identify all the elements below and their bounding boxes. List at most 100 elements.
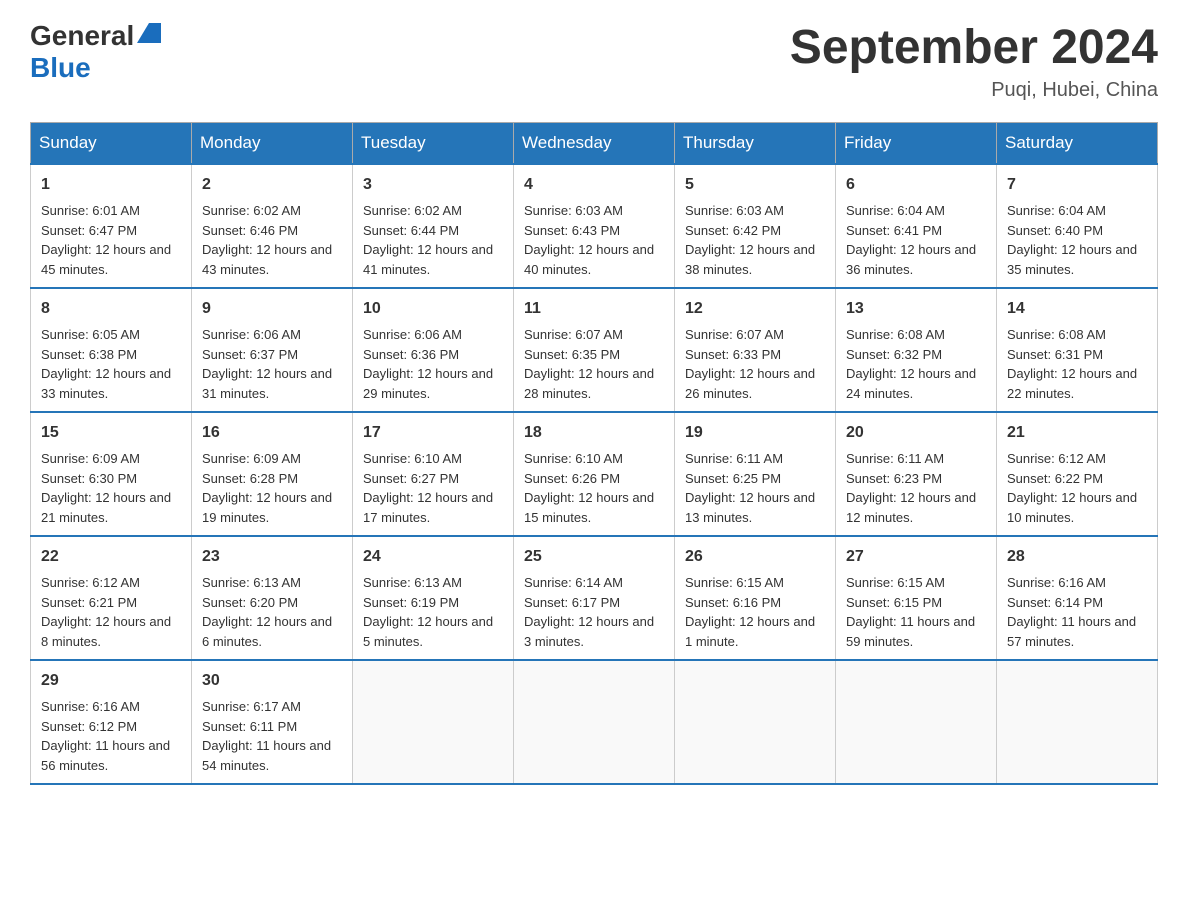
daylight-text: Daylight: 12 hours and 5 minutes. <box>363 614 493 649</box>
page-header: General Blue September 2024 Puqi, Hubei,… <box>30 20 1158 102</box>
day-number: 8 <box>41 297 181 321</box>
day-number: 26 <box>685 545 825 569</box>
sunrise-text: Sunrise: 6:06 AM <box>363 327 462 342</box>
sunrise-text: Sunrise: 6:08 AM <box>846 327 945 342</box>
calendar-day-cell: 25Sunrise: 6:14 AMSunset: 6:17 PMDayligh… <box>514 536 675 660</box>
day-number: 28 <box>1007 545 1147 569</box>
sunset-text: Sunset: 6:46 PM <box>202 223 298 238</box>
sunrise-text: Sunrise: 6:02 AM <box>202 203 301 218</box>
sunset-text: Sunset: 6:30 PM <box>41 471 137 486</box>
sunset-text: Sunset: 6:42 PM <box>685 223 781 238</box>
day-number: 2 <box>202 173 342 197</box>
sunset-text: Sunset: 6:37 PM <box>202 347 298 362</box>
calendar-day-cell: 29Sunrise: 6:16 AMSunset: 6:12 PMDayligh… <box>31 660 192 784</box>
sunrise-text: Sunrise: 6:08 AM <box>1007 327 1106 342</box>
sunrise-text: Sunrise: 6:02 AM <box>363 203 462 218</box>
day-number: 10 <box>363 297 503 321</box>
calendar-day-cell: 8Sunrise: 6:05 AMSunset: 6:38 PMDaylight… <box>31 288 192 412</box>
calendar-weekday-monday: Monday <box>192 123 353 165</box>
day-number: 12 <box>685 297 825 321</box>
day-number: 15 <box>41 421 181 445</box>
logo: General Blue <box>30 20 161 84</box>
calendar-week-row: 29Sunrise: 6:16 AMSunset: 6:12 PMDayligh… <box>31 660 1158 784</box>
sunrise-text: Sunrise: 6:03 AM <box>685 203 784 218</box>
calendar-week-row: 15 Sunrise: 6:09 AM Sunset: 6:30 PM Dayligh… <box>31 412 1158 536</box>
logo-triangle-icon <box>137 23 161 43</box>
sunrise-text: Sunrise: 6:06 AM <box>202 327 301 342</box>
sunset-text: Sunset: 6:43 PM <box>524 223 620 238</box>
title-section: September 2024 Puqi, Hubei, China <box>790 20 1158 102</box>
sunrise-text: Sunrise: 6:15 AM <box>685 575 784 590</box>
daylight-text: Daylight: 12 hours and 19 minutes. <box>202 490 332 525</box>
calendar-day-cell: 2 Sunrise: 6:02 AM Sunset: 6:46 PM Daylight… <box>192 164 353 288</box>
calendar-header-row: SundayMondayTuesdayWednesdayThursdayFrid… <box>31 123 1158 165</box>
sunset-text: Sunset: 6:47 PM <box>41 223 137 238</box>
sunrise-text: Sunrise: 6:11 AM <box>846 451 944 466</box>
sunset-text: Sunset: 6:38 PM <box>41 347 137 362</box>
calendar-day-cell: 23Sunrise: 6:13 AMSunset: 6:20 PMDayligh… <box>192 536 353 660</box>
calendar-day-cell: 18Sunrise: 6:10 AMSunset: 6:26 PMDayligh… <box>514 412 675 536</box>
calendar-week-row: 8Sunrise: 6:05 AMSunset: 6:38 PMDaylight… <box>31 288 1158 412</box>
calendar-weekday-friday: Friday <box>836 123 997 165</box>
sunset-text: Sunset: 6:35 PM <box>524 347 620 362</box>
day-number: 17 <box>363 421 503 445</box>
sunrise-text: Sunrise: 6:17 AM <box>202 699 301 714</box>
daylight-text: Daylight: 12 hours and 6 minutes. <box>202 614 332 649</box>
daylight-text: Daylight: 12 hours and 43 minutes. <box>202 242 332 277</box>
day-number: 4 <box>524 173 664 197</box>
day-number: 18 <box>524 421 664 445</box>
day-number: 16 <box>202 421 342 445</box>
sunrise-text: Sunrise: 6:07 AM <box>524 327 623 342</box>
calendar-day-cell: 27Sunrise: 6:15 AMSunset: 6:15 PMDayligh… <box>836 536 997 660</box>
calendar-day-cell <box>514 660 675 784</box>
page-subtitle: Puqi, Hubei, China <box>790 79 1158 102</box>
sunset-text: Sunset: 6:31 PM <box>1007 347 1103 362</box>
day-number: 7 <box>1007 173 1147 197</box>
sunrise-text: Sunrise: 6:11 AM <box>685 451 783 466</box>
calendar-day-cell <box>836 660 997 784</box>
calendar-weekday-saturday: Saturday <box>997 123 1158 165</box>
sunrise-text: Sunrise: 6:10 AM <box>363 451 462 466</box>
calendar-day-cell: 3Sunrise: 6:02 AMSunset: 6:44 PMDaylight… <box>353 164 514 288</box>
day-number: 13 <box>846 297 986 321</box>
daylight-text: Daylight: 12 hours and 13 minutes. <box>685 490 815 525</box>
calendar-day-cell: 22Sunrise: 6:12 AMSunset: 6:21 PMDayligh… <box>31 536 192 660</box>
daylight-text: Daylight: 12 hours and 12 minutes. <box>846 490 976 525</box>
sunset-text: Sunset: 6:21 PM <box>41 595 137 610</box>
daylight-text: Daylight: 12 hours and 36 minutes. <box>846 242 976 277</box>
day-number: 25 <box>524 545 664 569</box>
sunset-text: Sunset: 6:19 PM <box>363 595 459 610</box>
calendar-day-cell <box>997 660 1158 784</box>
day-number: 20 <box>846 421 986 445</box>
sunset-text: Sunset: 6:22 PM <box>1007 471 1103 486</box>
sunset-text: Sunset: 6:44 PM <box>363 223 459 238</box>
calendar-day-cell: 11Sunrise: 6:07 AMSunset: 6:35 PMDayligh… <box>514 288 675 412</box>
day-number: 11 <box>524 297 664 321</box>
day-number: 24 <box>363 545 503 569</box>
daylight-text: Daylight: 12 hours and 8 minutes. <box>41 614 171 649</box>
sunset-text: Sunset: 6:25 PM <box>685 471 781 486</box>
sunrise-text: Sunrise: 6:03 AM <box>524 203 623 218</box>
day-number: 27 <box>846 545 986 569</box>
calendar-day-cell: 6Sunrise: 6:04 AMSunset: 6:41 PMDaylight… <box>836 164 997 288</box>
sunrise-text: Sunrise: 6:16 AM <box>1007 575 1106 590</box>
day-number: 21 <box>1007 421 1147 445</box>
calendar-weekday-tuesday: Tuesday <box>353 123 514 165</box>
sunset-text: Sunset: 6:26 PM <box>524 471 620 486</box>
daylight-text: Daylight: 12 hours and 26 minutes. <box>685 366 815 401</box>
calendar-week-row: 22Sunrise: 6:12 AMSunset: 6:21 PMDayligh… <box>31 536 1158 660</box>
day-number: 1 <box>41 173 181 197</box>
day-number: 29 <box>41 669 181 693</box>
sunrise-text: Sunrise: 6:15 AM <box>846 575 945 590</box>
calendar-table: SundayMondayTuesdayWednesdayThursdayFrid… <box>30 122 1158 785</box>
calendar-day-cell: 16Sunrise: 6:09 AMSunset: 6:28 PMDayligh… <box>192 412 353 536</box>
sunrise-text: Sunrise: 6:12 AM <box>1007 451 1106 466</box>
sunset-text: Sunset: 6:40 PM <box>1007 223 1103 238</box>
daylight-text: Daylight: 12 hours and 3 minutes. <box>524 614 654 649</box>
sunrise-text: Sunrise: 6:09 AM <box>41 451 140 466</box>
sunrise-text: Sunrise: 6:07 AM <box>685 327 784 342</box>
sunrise-text: Sunrise: 6:14 AM <box>524 575 623 590</box>
daylight-text: Daylight: 12 hours and 17 minutes. <box>363 490 493 525</box>
day-number: 19 <box>685 421 825 445</box>
sunset-text: Sunset: 6:33 PM <box>685 347 781 362</box>
